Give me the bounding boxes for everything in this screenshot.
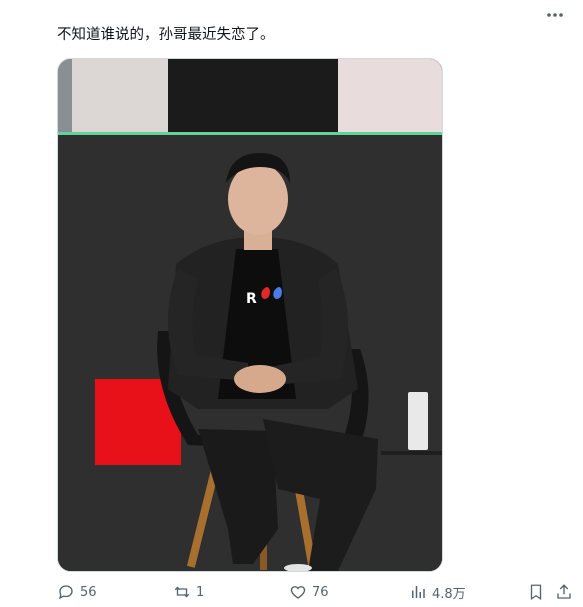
like-button[interactable]: 76 [289, 580, 329, 604]
header-strip [0, 0, 583, 6]
retweet-count: 1 [196, 584, 205, 600]
views-chart-icon [412, 586, 425, 598]
shirt-logo-text: R [246, 291, 257, 307]
tweet-card: 不知道谁说的，孙哥最近失恋了。 R 56 1 76 4.8万 [0, 0, 583, 607]
more-dots-icon [547, 13, 563, 17]
share-icon [557, 584, 571, 599]
reply-icon [58, 585, 73, 600]
retweet-button[interactable]: 1 [173, 580, 204, 604]
like-count: 76 [312, 584, 329, 600]
tweet-text: 不知道谁说的，孙哥最近失恋了。 [57, 27, 275, 43]
views-button[interactable]: 4.8万 [409, 580, 466, 604]
share-button[interactable] [555, 580, 573, 604]
bookmark-button[interactable] [527, 580, 545, 604]
reply-count: 56 [80, 584, 97, 600]
more-options-button[interactable] [543, 6, 567, 24]
retweet-icon [174, 586, 190, 598]
photo-stage-scene: R [58, 59, 442, 571]
tweet-photo[interactable]: R [57, 58, 443, 572]
reply-button[interactable]: 56 [57, 580, 97, 604]
bookmark-icon [530, 584, 542, 601]
action-bar: 56 1 76 4.8万 [57, 580, 577, 604]
heart-icon [290, 586, 306, 599]
views-count: 4.8万 [432, 586, 466, 602]
